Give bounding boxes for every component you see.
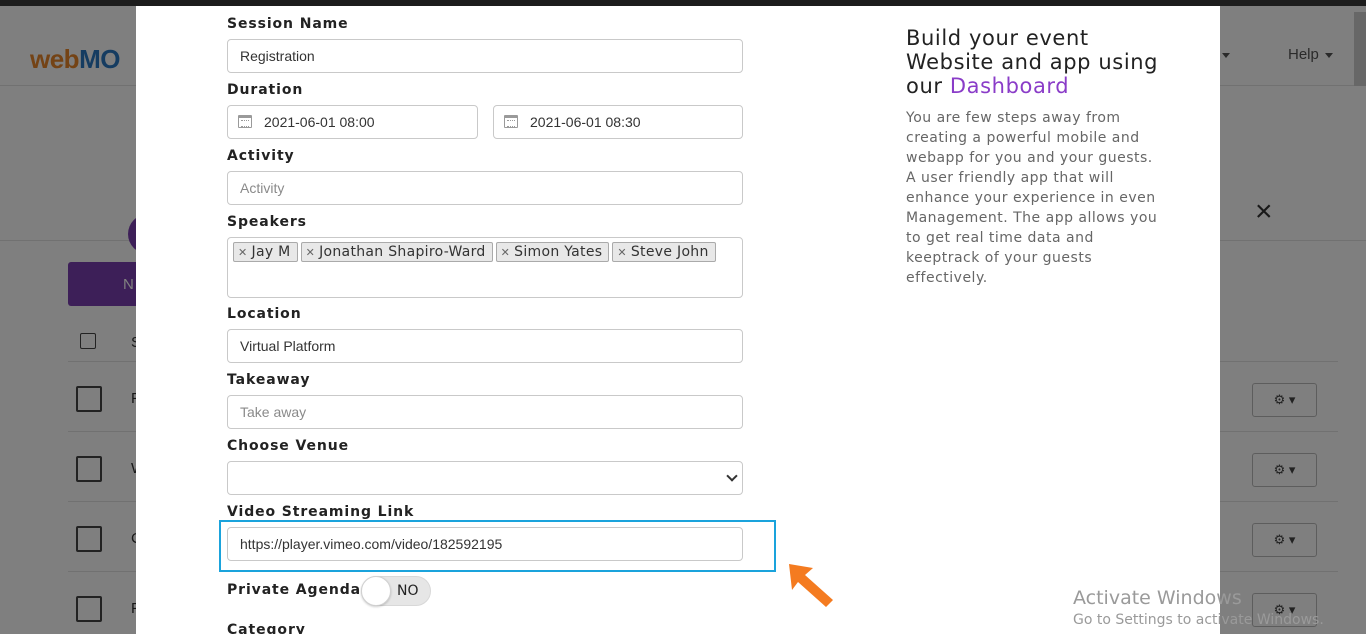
speaker-tag[interactable]: ✕ Jay M: [233, 242, 298, 262]
duration-start-value: 2021-06-01 08:00: [264, 114, 375, 130]
windows-watermark: Activate Windows Go to Settings to activ…: [1073, 587, 1324, 628]
speaker-tag-label: Simon Yates: [514, 244, 603, 260]
watermark-subtitle: Go to Settings to activate Windows.: [1073, 612, 1324, 628]
takeaway-label: Takeaway: [227, 372, 311, 388]
session-name-input[interactable]: Registration: [227, 39, 743, 73]
session-name-label: Session Name: [227, 16, 349, 32]
calendar-icon: [504, 115, 518, 128]
activity-input[interactable]: Activity: [227, 171, 743, 205]
info-description: You are few steps away from creating a p…: [906, 110, 1158, 286]
remove-tag-icon[interactable]: ✕: [306, 246, 316, 259]
speaker-tag-label: Jonathan Shapiro-Ward: [319, 244, 486, 260]
duration-start-input[interactable]: 2021-06-01 08:00: [227, 105, 478, 139]
duration-end-value: 2021-06-01 08:30: [530, 114, 641, 130]
toggle-knob: [361, 576, 391, 606]
speaker-tag-label: Steve John: [630, 244, 709, 260]
speakers-multiselect[interactable]: ✕ Jay M ✕ Jonathan Shapiro-Ward ✕ Simon Yates…: [227, 237, 743, 298]
info-heading: Build your event Website and app using o…: [906, 26, 1166, 98]
info-panel: Build your event Website and app using o…: [906, 26, 1166, 288]
location-input[interactable]: Virtual Platform: [227, 329, 743, 363]
calendar-icon: [238, 115, 252, 128]
category-label: Category: [227, 622, 306, 634]
chevron-down-icon: [726, 470, 738, 482]
duration-end-input[interactable]: 2021-06-01 08:30: [493, 105, 743, 139]
takeaway-input[interactable]: Take away: [227, 395, 743, 429]
video-link-input[interactable]: https://player.vimeo.com/video/182592195: [227, 527, 743, 561]
private-agenda-label: Private Agenda: [227, 582, 361, 598]
toggle-state-label: NO: [397, 583, 419, 599]
remove-tag-icon[interactable]: ✕: [501, 246, 511, 259]
venue-label: Choose Venue: [227, 438, 349, 454]
dashboard-link[interactable]: Dashboard: [950, 74, 1069, 98]
speaker-tag[interactable]: ✕ Jonathan Shapiro-Ward: [300, 242, 493, 262]
speaker-tag[interactable]: ✕ Simon Yates: [495, 242, 610, 262]
watermark-title: Activate Windows: [1073, 587, 1242, 609]
video-link-label: Video Streaming Link: [227, 504, 415, 520]
session-modal: Session Name Registration Duration 2021-…: [136, 6, 1220, 634]
location-label: Location: [227, 306, 302, 322]
venue-select[interactable]: [227, 461, 743, 495]
remove-tag-icon[interactable]: ✕: [238, 246, 248, 259]
speakers-label: Speakers: [227, 214, 307, 230]
activity-label: Activity: [227, 148, 295, 164]
speaker-tag[interactable]: ✕ Steve John: [612, 242, 716, 262]
duration-label: Duration: [227, 82, 304, 98]
remove-tag-icon[interactable]: ✕: [617, 246, 627, 259]
private-agenda-toggle[interactable]: NO: [361, 576, 431, 606]
speaker-tag-label: Jay M: [251, 244, 291, 260]
pointer-arrow-icon: [789, 564, 833, 607]
